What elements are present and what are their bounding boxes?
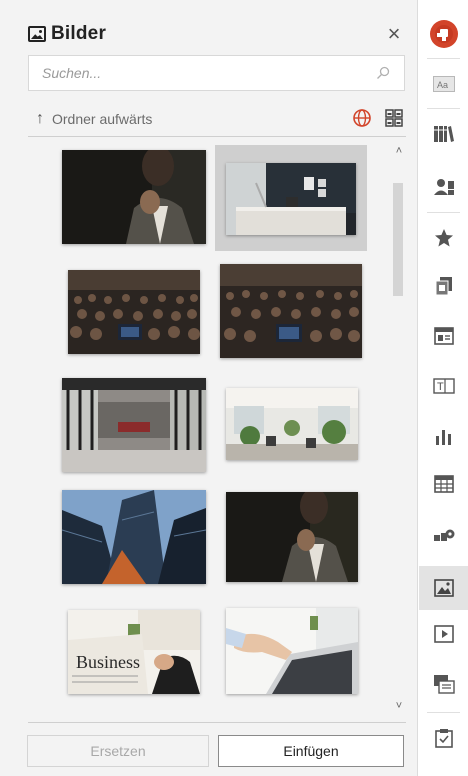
insert-button[interactable]: Einfügen [218, 735, 404, 767]
scroll-up-icon[interactable]: ˄ [392, 145, 406, 159]
thumbnail-image [226, 388, 358, 460]
slides-icon[interactable] [419, 662, 468, 706]
grid-view-icon[interactable] [385, 109, 403, 127]
toolbar-divider [427, 212, 460, 213]
image-thumbnail[interactable] [62, 150, 206, 244]
folder-up-link[interactable]: ↑ Ordner aufwärts [36, 109, 152, 129]
scrollbar-thumb[interactable] [393, 183, 403, 296]
search-input[interactable] [42, 65, 362, 81]
panel-title: Bilder [51, 23, 107, 44]
toolbar-divider [427, 108, 460, 109]
close-icon[interactable]: × [382, 22, 406, 46]
globe-icon[interactable] [352, 108, 372, 128]
divider [28, 136, 406, 137]
search-icon[interactable] [376, 66, 390, 80]
library-icon[interactable] [419, 112, 468, 156]
image-thumbnail[interactable] [226, 492, 358, 582]
scroll-down-icon[interactable]: ˅ [392, 700, 406, 714]
layout-icon[interactable] [419, 314, 468, 358]
images-panel: Bilder × ↑ Ordner aufwärts [0, 0, 418, 776]
thumbnail-image [68, 270, 200, 354]
star-icon[interactable] [419, 216, 468, 260]
image-thumbnail[interactable] [62, 378, 206, 472]
image-icon [28, 26, 46, 42]
clipboard-check-icon[interactable] [419, 716, 468, 760]
search-box [28, 55, 405, 91]
arrow-up-icon: ↑ [36, 110, 44, 127]
table-icon[interactable] [419, 462, 468, 506]
thumbnail-image [226, 608, 358, 694]
svg-text:T: T [437, 381, 444, 393]
image-icon[interactable] [419, 566, 468, 610]
image-thumbnail[interactable] [226, 608, 358, 694]
image-gallery: Business [28, 138, 388, 713]
thumbnail-image [62, 150, 206, 244]
svg-text:Aa: Aa [437, 80, 448, 90]
thumbnail-image [62, 490, 206, 584]
divider [28, 722, 406, 723]
thumbnail-image [226, 492, 358, 582]
text-style-icon[interactable]: Aa [419, 62, 468, 106]
replace-button[interactable]: Ersetzen [27, 735, 209, 767]
text-box-icon[interactable]: T [419, 364, 468, 408]
thumbnail-image [226, 163, 356, 235]
image-thumbnail[interactable] [62, 490, 206, 584]
image-thumbnail[interactable]: Business [68, 610, 200, 694]
panel-header: Bilder [28, 20, 106, 48]
toolbar-divider [427, 712, 460, 713]
right-toolbar: Aa T [419, 0, 468, 776]
thumbnail-image: Business [68, 610, 200, 694]
svg-text:Business: Business [76, 652, 140, 672]
image-thumbnail-selected[interactable] [215, 145, 367, 251]
brand-logo-icon[interactable] [419, 12, 468, 56]
bar-chart-icon[interactable] [419, 414, 468, 458]
document-swap-icon[interactable] [419, 264, 468, 308]
folder-up-label: Ordner aufwärts [52, 111, 153, 127]
contacts-icon[interactable] [419, 164, 468, 208]
image-thumbnail[interactable] [68, 270, 200, 354]
image-thumbnail[interactable] [226, 388, 358, 460]
thumbnail-image [220, 264, 362, 358]
thumbnail-image [62, 378, 206, 472]
image-thumbnail[interactable] [220, 264, 362, 358]
process-icon[interactable] [419, 514, 468, 558]
toolbar-divider [427, 58, 460, 59]
video-icon[interactable] [419, 612, 468, 656]
app-window: Bilder × ↑ Ordner aufwärts [0, 0, 468, 776]
